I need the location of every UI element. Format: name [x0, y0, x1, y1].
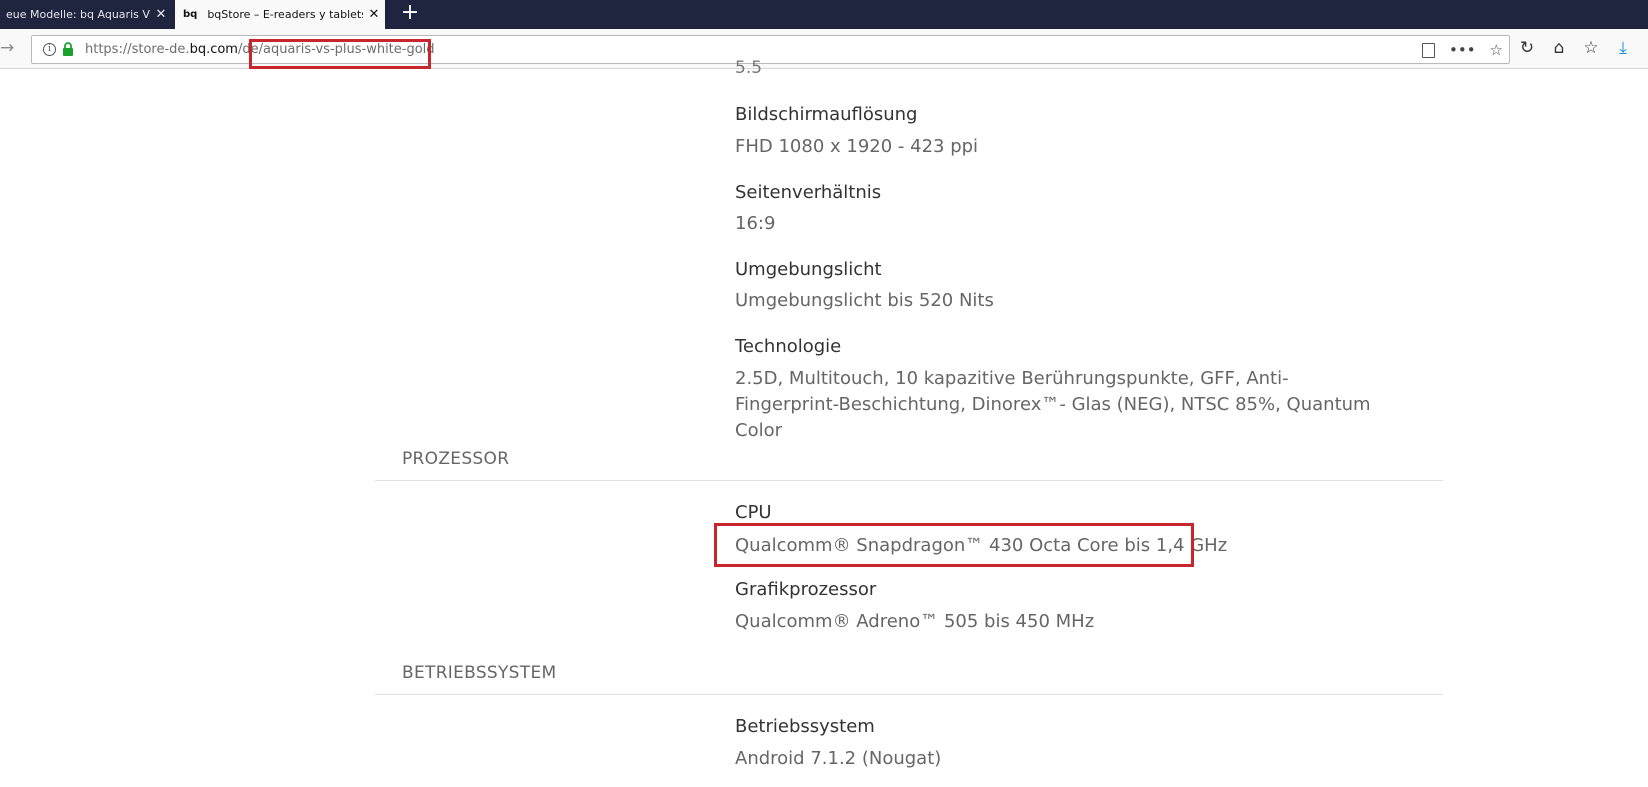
reload-icon[interactable]: ↻ [1518, 38, 1536, 58]
toolbar-right: ↻ ⌂ ☆ ⤓ [1518, 38, 1632, 58]
bookmark-star-icon[interactable]: ☆ [1490, 41, 1503, 59]
url-actions: ••• ☆ [1422, 40, 1503, 60]
spec-label-aspect-ratio: Seitenverhältnis [735, 182, 882, 203]
spec-value-technology: 2.5D, Multitouch, 10 kapazitive Berührun… [735, 368, 1371, 441]
spec-label-ambient-light: Umgebungslicht [735, 259, 882, 280]
favicon-icon: bq [183, 9, 198, 20]
spec-label-os: Betriebssystem [735, 716, 875, 737]
library-icon[interactable]: ☆ [1582, 38, 1600, 58]
section-title-processor: PROZESSOR [402, 449, 510, 469]
more-actions-icon[interactable]: ••• [1449, 41, 1476, 59]
spec-value-cpu: Qualcomm® Snapdragon™ 430 Octa Core bis … [735, 535, 1228, 556]
section-divider [375, 694, 1443, 695]
home-icon[interactable]: ⌂ [1550, 38, 1568, 58]
spec-value-os: Android 7.1.2 (Nougat) [735, 748, 942, 769]
section-title-os: BETRIEBSSYSTEM [402, 663, 557, 683]
url-domain: bq.com [189, 42, 238, 57]
reader-view-icon[interactable] [1422, 42, 1435, 58]
url-path: /de/aquaris-vs-plus-white-gold [237, 42, 435, 57]
spec-value-gpu: Qualcomm® Adreno™ 505 bis 450 MHz [735, 611, 1095, 632]
spec-value-aspect-ratio: 16:9 [735, 213, 776, 234]
tab-title: eue Modelle: bq Aquaris VS u [6, 8, 150, 21]
url-prefix: https://store-de. [85, 42, 190, 57]
section-divider [375, 480, 1443, 481]
spec-content: 5.5 Bildschirmauflösung FHD 1080 x 1920 … [0, 58, 1648, 787]
navigation-bar: → i https://store-de.bq.com/de/aquaris-v… [0, 29, 1648, 69]
url-bar[interactable]: i https://store-de.bq.com/de/aquaris-vs-… [31, 35, 1510, 64]
spec-label-cpu: CPU [735, 502, 772, 523]
tab-inactive[interactable]: eue Modelle: bq Aquaris VS u ✕ [0, 0, 172, 29]
info-icon[interactable]: i [43, 43, 56, 56]
tab-strip: eue Modelle: bq Aquaris VS u ✕ bq bqStor… [0, 0, 1648, 29]
new-tab-button[interactable]: + [398, 2, 422, 26]
tab-title: bqStore – E-readers y tablets bq [207, 8, 363, 21]
spec-label-technology: Technologie [735, 336, 842, 357]
spec-value-ambient-light: Umgebungslicht bis 520 Nits [735, 290, 994, 311]
download-icon[interactable]: ⤓ [1614, 38, 1632, 58]
tab-active[interactable]: bq bqStore – E-readers y tablets bq ✕ [175, 0, 385, 29]
spec-label-gpu: Grafikprozessor [735, 579, 877, 600]
url-text[interactable]: https://store-de.bq.com/de/aquaris-vs-pl… [85, 42, 435, 57]
spec-value-resolution: FHD 1080 x 1920 - 423 ppi [735, 136, 979, 157]
close-tab-icon[interactable]: ✕ [363, 7, 385, 22]
close-tab-icon[interactable]: ✕ [150, 7, 172, 22]
lock-icon[interactable] [62, 42, 74, 57]
back-arrow-icon[interactable]: → [0, 38, 14, 58]
truncated-value: 5.5 [735, 58, 763, 78]
spec-label-resolution: Bildschirmauflösung [735, 104, 918, 125]
